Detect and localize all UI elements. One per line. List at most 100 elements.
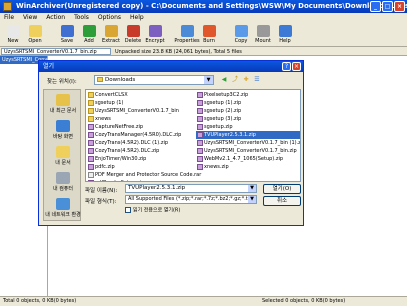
window-title: WinArchiver(Unregistered copy) - C:\Docu… [16, 2, 407, 10]
properties-icon [180, 25, 194, 37]
file-name: sgsetup (3).zip [204, 116, 242, 122]
file-list-item[interactable]: UzysSRTSMI_ConverterV0.1.7_bin (1).zip [196, 139, 300, 147]
file-name: sgsetup.zip [204, 124, 233, 130]
maximize-button[interactable]: □ [382, 1, 393, 12]
file-list-item[interactable]: sgsetup (1).zip [196, 99, 300, 107]
burn-icon [202, 25, 216, 37]
close-button[interactable]: × [394, 1, 405, 12]
place-recent-documents[interactable]: 내 최근 문서 [44, 94, 82, 114]
filetype-dropdown[interactable]: All Supported Files (*.zip;*.rar;*.7z;*.… [125, 195, 257, 204]
toolbar-help-button[interactable]: Help [274, 23, 296, 47]
file-list-item[interactable]: EnjoTimer/Win30.zip [87, 155, 193, 163]
menu-help[interactable]: Help [130, 13, 144, 23]
toolbar-open-button[interactable]: Open [24, 23, 46, 47]
encrypt-icon [148, 25, 162, 37]
new-folder-icon[interactable]: ✚ [242, 75, 250, 84]
minimize-button[interactable]: _ [370, 1, 381, 12]
toolbar-mount-button[interactable]: Mount [252, 23, 274, 47]
toolbar-delete-button[interactable]: Delete [122, 23, 144, 47]
file-list-item[interactable]: CozyTrans(4.5R2).DLC (1).zip [87, 139, 193, 147]
place-label: 내 컴퓨터 [53, 186, 73, 192]
open-button[interactable]: 열기(O) [263, 184, 301, 194]
file-list-item[interactable]: xnews.zip [196, 163, 300, 171]
menu-options[interactable]: Options [98, 13, 121, 23]
toolbar-extract-button[interactable]: Extract [100, 23, 122, 47]
readonly-checkbox[interactable]: 읽기 전용으로 열기(R) [125, 207, 180, 215]
toolbar-new-button[interactable]: New [2, 23, 24, 47]
filename-field[interactable]: TVUPlayer2.5.3.1.zip ▼ [125, 184, 257, 193]
toolbar-add-button[interactable]: Add [78, 23, 100, 47]
folder-icon [88, 108, 94, 114]
file-list-item[interactable]: pdfReaderSetup.zip [87, 179, 193, 181]
file-list-item[interactable]: WebMv2.1_4.7_1065(Setup).zip [196, 155, 300, 163]
up-folder-icon[interactable]: ⤴ [231, 75, 239, 84]
lookin-value: Downloads [105, 77, 136, 83]
checkbox-box[interactable] [125, 207, 131, 213]
file-list-item[interactable]: sgsetup.zip [196, 123, 300, 131]
open-icon [28, 25, 42, 37]
place-label: 내 최근 문서 [49, 108, 77, 114]
mount-icon [256, 25, 270, 37]
menu-action[interactable]: Action [46, 13, 65, 23]
file-list-item[interactable]: pdfc.zip [87, 163, 193, 171]
toolbar-label: Burn [203, 38, 215, 44]
file-list-item[interactable]: ConvertCLSX [87, 91, 193, 99]
file-list-item[interactable]: UzysSRTSMI_ConverterV0.1.7_bin.zip [196, 147, 300, 155]
cancel-button[interactable]: 취소 [263, 196, 301, 206]
file-list-item[interactable]: CozyTransManager(4.5R0).DLC.zip [87, 131, 193, 139]
place-my-computer[interactable]: 내 컴퓨터 [44, 172, 82, 192]
file-list-item[interactable]: sgsetup (1) [87, 99, 193, 107]
toolbar-burn-button[interactable]: Burn [198, 23, 220, 47]
file-list-item[interactable]: sgsetup (2).zip [196, 107, 300, 115]
toolbar-save-button[interactable]: Save [56, 23, 78, 47]
file-list-item[interactable]: xnews [87, 115, 193, 123]
lookin-dropdown[interactable]: Downloads ▼ [94, 75, 214, 85]
filename-value: TVUPlayer2.5.3.1.zip [128, 185, 186, 191]
file-list-item[interactable]: PDF Merger and Protector Source Code.rar [87, 171, 201, 179]
place-network-places[interactable]: 내 네트워크 환경 [44, 198, 82, 218]
view-menu-icon[interactable]: ☰ [253, 75, 261, 84]
toolbar-separator [220, 23, 230, 46]
place-desktop[interactable]: 바탕 화면 [44, 120, 82, 140]
dialog-close-button[interactable]: × [292, 62, 301, 71]
filetype-value: All Supported Files (*.zip;*.rar;*.7z;*.… [128, 196, 255, 202]
file-name: sgsetup (1).zip [204, 100, 242, 106]
menu-file[interactable]: File [4, 13, 14, 23]
menu-tools[interactable]: Tools [74, 13, 89, 23]
place-label: 내 문서 [55, 160, 71, 166]
file-name: CozyTrans(4.5R2).DLC (1).zip [95, 140, 169, 146]
file-list-item[interactable]: Pixelsetup3C2.zip [196, 91, 300, 99]
toolbar-label: Copy [234, 38, 248, 44]
file-list-item[interactable]: sgsetup (3).zip [196, 115, 300, 123]
toolbar-copy-button[interactable]: Copy [230, 23, 252, 47]
toolbar-label: Save [60, 38, 74, 44]
file-list-item[interactable]: UzysSRTSMI_ConverterV0.1.7_bin [87, 107, 193, 115]
back-icon[interactable]: ◀ [220, 75, 228, 84]
file-name: WebMv2.1_4.7_1065(Setup).zip [204, 156, 284, 162]
chevron-down-icon[interactable]: ▼ [248, 196, 256, 203]
toolbar-properties-button[interactable]: Properties [174, 23, 200, 47]
lookin-label: 찾는 위치(I): [47, 79, 77, 85]
toolbar-encrypt-button[interactable]: Encrypt [144, 23, 166, 47]
file-column-2: Pixelsetup3C2.zip sgsetup (1).zip sgsetup … [196, 91, 300, 171]
readonly-label: 읽기 전용으로 열기(R) [133, 207, 181, 214]
file-list-item[interactable]: TVUPlayer2.5.3.1.zip [196, 131, 300, 139]
file-listbox[interactable]: ConvertCLSX sgsetup (1) UzysSRTSMI_Convert… [85, 89, 301, 182]
toolbar-label: Help [279, 38, 291, 44]
file-list-item[interactable]: CozyTrans(4.5R2).DLC.zip [87, 147, 193, 155]
file-list-item[interactable]: CaptureNetFree.zip [87, 123, 193, 131]
zip-archive-icon [88, 180, 94, 181]
new-icon [6, 25, 20, 37]
folder-icon [88, 100, 94, 106]
chevron-down-icon[interactable]: ▼ [204, 76, 213, 84]
toolbar: New Open Save Add Extract Delete Encrypt Proper… [0, 23, 407, 47]
help-question-button[interactable]: ? [282, 62, 291, 71]
file-name: EnjoTimer/Win30.zip [95, 156, 147, 162]
chevron-down-icon[interactable]: ▼ [248, 185, 256, 192]
place-my-documents[interactable]: 내 문서 [44, 146, 82, 166]
app-titlebar: WinArchiver(Unregistered copy) - C:\Docu… [0, 0, 407, 13]
file-name: CozyTransManager(4.5R0).DLC.zip [95, 132, 182, 138]
archive-path-field[interactable]: UzysSRTSMI_ConverterV0.1.7_bin.zip [1, 48, 111, 55]
menu-view[interactable]: View [23, 13, 37, 23]
zip-archive-icon [197, 156, 203, 162]
